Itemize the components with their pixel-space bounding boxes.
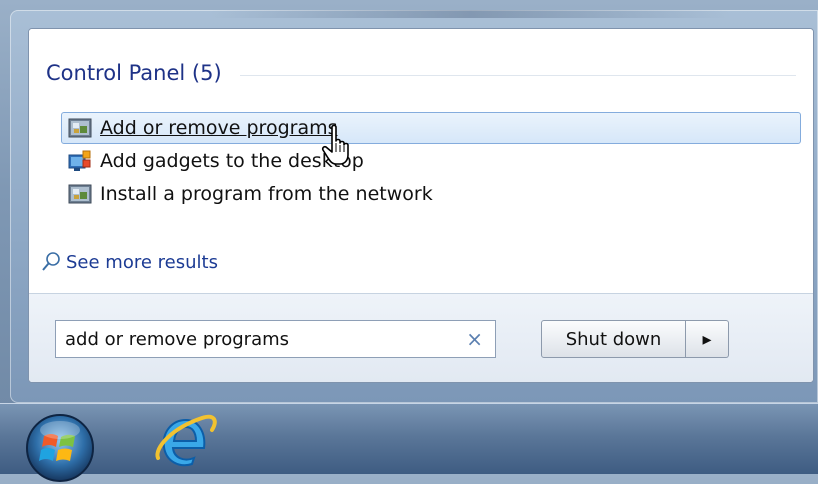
- start-search-box: ×: [55, 320, 496, 358]
- group-divider: [239, 74, 796, 76]
- result-item-label: Add or remove programs: [100, 117, 338, 139]
- internet-explorer-icon[interactable]: [152, 412, 220, 474]
- result-group-header: Control Panel (5): [46, 61, 796, 85]
- result-item-install-program-network[interactable]: Install a program from the network: [61, 178, 801, 210]
- start-search-input[interactable]: [56, 323, 447, 355]
- group-title-control-panel[interactable]: Control Panel (5): [46, 61, 222, 85]
- magnifier-icon: [42, 252, 60, 271]
- desktop-gadgets-icon: [68, 150, 91, 171]
- clear-search-icon[interactable]: ×: [466, 328, 483, 350]
- taskbar: [0, 403, 818, 482]
- programs-and-features-icon: [68, 184, 92, 204]
- result-list: Add or remove programs Add gadgets to th…: [61, 112, 801, 211]
- see-more-results-link[interactable]: See more results: [41, 251, 218, 273]
- shutdown-button[interactable]: Shut down: [541, 320, 686, 358]
- result-item-add-gadgets[interactable]: Add gadgets to the desktop: [61, 145, 801, 177]
- programs-and-features-icon: [68, 118, 92, 138]
- start-menu-bottom-bar: × Shut down ▸: [29, 293, 813, 382]
- shutdown-split-button: Shut down ▸: [541, 320, 729, 358]
- result-item-label: Add gadgets to the desktop: [100, 150, 364, 172]
- see-more-results-label: See more results: [66, 251, 218, 273]
- windows-start-orb-icon[interactable]: [24, 412, 96, 484]
- start-menu: Control Panel (5) Add or remove programs: [28, 28, 814, 383]
- result-item-add-or-remove-programs[interactable]: Add or remove programs: [61, 112, 801, 144]
- search-results-pane: Control Panel (5) Add or remove programs: [29, 29, 813, 293]
- shutdown-options-arrow-icon[interactable]: ▸: [686, 320, 729, 358]
- result-item-label: Install a program from the network: [100, 183, 433, 205]
